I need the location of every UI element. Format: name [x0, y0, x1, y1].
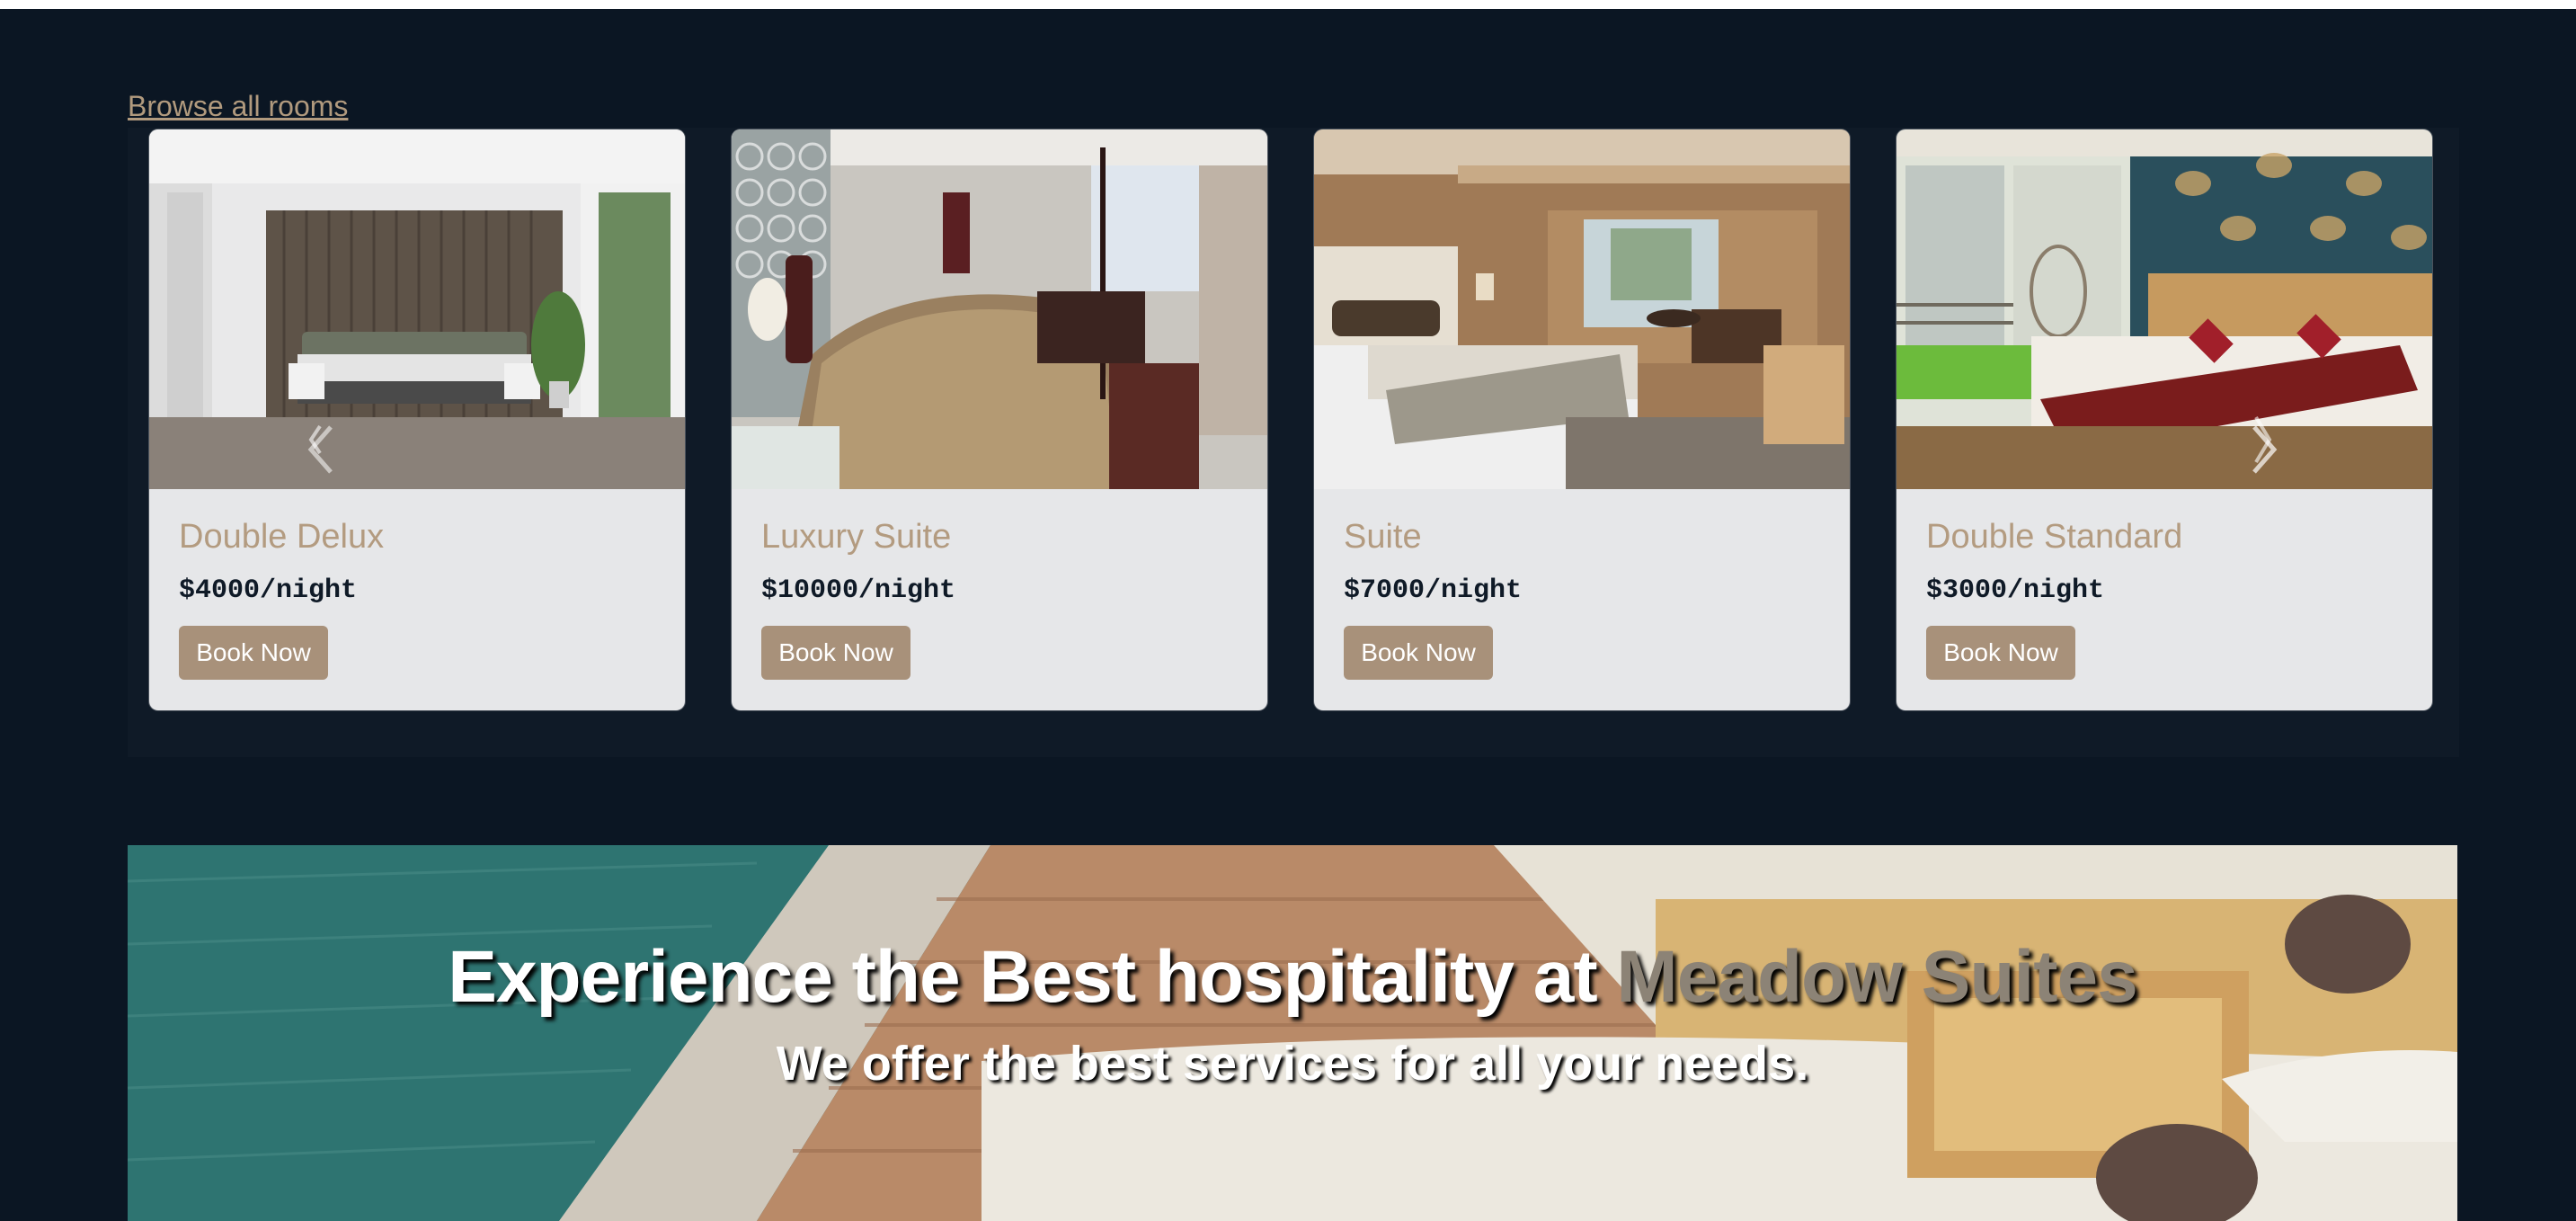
hero-background-image: [128, 845, 2457, 1221]
room-price: $4000/night: [179, 575, 358, 606]
room-price: $10000/night: [761, 575, 956, 606]
room-price: $3000/night: [1926, 575, 2105, 606]
room-name: Luxury Suite: [761, 518, 952, 556]
room-name: Double Standard: [1926, 518, 2183, 556]
room-photo-luxury-suite: [732, 129, 1267, 489]
browse-all-rooms-link[interactable]: Browse all rooms: [128, 90, 348, 123]
room-card: Luxury Suite $10000/night Book Now: [732, 129, 1267, 710]
hero-banner: Experience the Best hospitality at Meado…: [128, 845, 2457, 1221]
room-card: Suite $7000/night Book Now: [1314, 129, 1850, 710]
book-now-button[interactable]: Book Now: [1926, 626, 2075, 680]
room-photo-double-standard: [1896, 129, 2432, 489]
chevron-right-icon[interactable]: [2245, 423, 2281, 477]
hero-title-brand: Meadow Suites: [1616, 936, 2137, 1018]
book-now-button[interactable]: Book Now: [761, 626, 910, 680]
hero-title-text: Experience the Best hospitality at: [448, 936, 1617, 1018]
room-photo-double-delux: [149, 129, 685, 489]
room-card: Double Delux $4000/night Book Now: [149, 129, 685, 710]
room-name: Double Delux: [179, 518, 385, 556]
top-strip: [0, 0, 2576, 9]
hero-subtitle: We offer the best services for all your …: [776, 1037, 1809, 1091]
chevron-left-icon[interactable]: [304, 423, 340, 477]
book-now-button[interactable]: Book Now: [179, 626, 328, 680]
room-price: $7000/night: [1344, 575, 1523, 606]
room-name: Suite: [1344, 518, 1422, 556]
hero-title: Experience the Best hospitality at Meado…: [128, 935, 2457, 1020]
book-now-button[interactable]: Book Now: [1344, 626, 1493, 680]
room-card: Double Standard $3000/night Book Now: [1896, 129, 2432, 710]
rooms-carousel: Double Delux $4000/night Book Now Luxury…: [128, 128, 2459, 757]
room-photo-suite: [1314, 129, 1850, 489]
